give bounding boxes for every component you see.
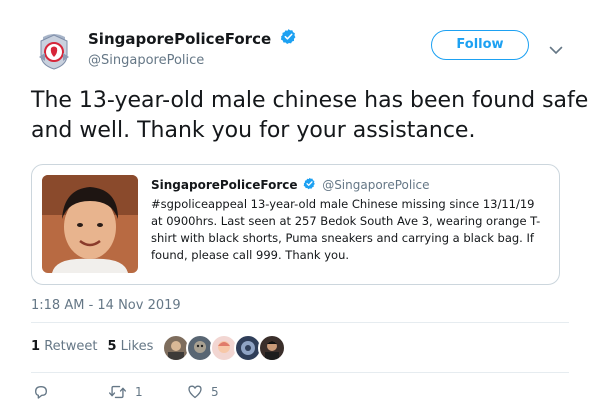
- retweet-icon: [109, 385, 126, 399]
- tweet-timestamp[interactable]: 1:18 AM - 14 Nov 2019: [31, 298, 181, 313]
- reply-action[interactable]: [33, 384, 49, 400]
- reply-icon: [35, 386, 47, 399]
- retweet-count: 1: [135, 385, 143, 399]
- quoted-tweet-text: #sgpoliceappeal 13-year-old male Chinese…: [151, 197, 541, 262]
- likes-label: Likes: [120, 339, 154, 354]
- retweets-label: Retweet: [44, 339, 98, 354]
- verified-badge-icon: [280, 28, 297, 49]
- divider: [31, 322, 569, 323]
- like-count: 5: [211, 384, 219, 399]
- author-name[interactable]: SingaporePoliceForce: [88, 30, 271, 48]
- liker-avatar[interactable]: [258, 334, 286, 362]
- missing-person-photo: [42, 175, 138, 273]
- retweet-action[interactable]: 1: [108, 384, 143, 400]
- tweet-author[interactable]: SingaporePoliceForce @SingaporePolice: [88, 28, 297, 68]
- author-handle[interactable]: @SingaporePolice: [88, 53, 297, 68]
- quoted-tweet-header[interactable]: SingaporePoliceForce @SingaporePolice: [151, 177, 430, 193]
- quoted-tweet-card[interactable]: SingaporePoliceForce @SingaporePolice #s…: [31, 164, 560, 285]
- police-crest-icon: [39, 34, 69, 70]
- retweets-count: 1: [31, 339, 41, 354]
- divider: [31, 372, 569, 373]
- heart-icon: [188, 385, 202, 399]
- author-avatar[interactable]: [31, 27, 77, 73]
- likes-count: 5: [107, 339, 117, 354]
- tweet-stats: 1 Retweet 5 Likes: [31, 339, 153, 354]
- retweets-stat[interactable]: 1 Retweet: [31, 339, 97, 354]
- chevron-down-icon[interactable]: [549, 40, 563, 59]
- quoted-author-handle[interactable]: @SingaporePolice: [322, 178, 429, 192]
- like-action[interactable]: 5: [187, 384, 219, 399]
- tweet-text: The 13-year-old male chinese has been fo…: [31, 88, 589, 143]
- quoted-author-name[interactable]: SingaporePoliceForce: [151, 178, 298, 192]
- follow-button[interactable]: Follow: [431, 30, 529, 60]
- quoted-verified-badge-icon: [303, 177, 316, 193]
- likes-stat[interactable]: 5 Likes: [107, 339, 153, 354]
